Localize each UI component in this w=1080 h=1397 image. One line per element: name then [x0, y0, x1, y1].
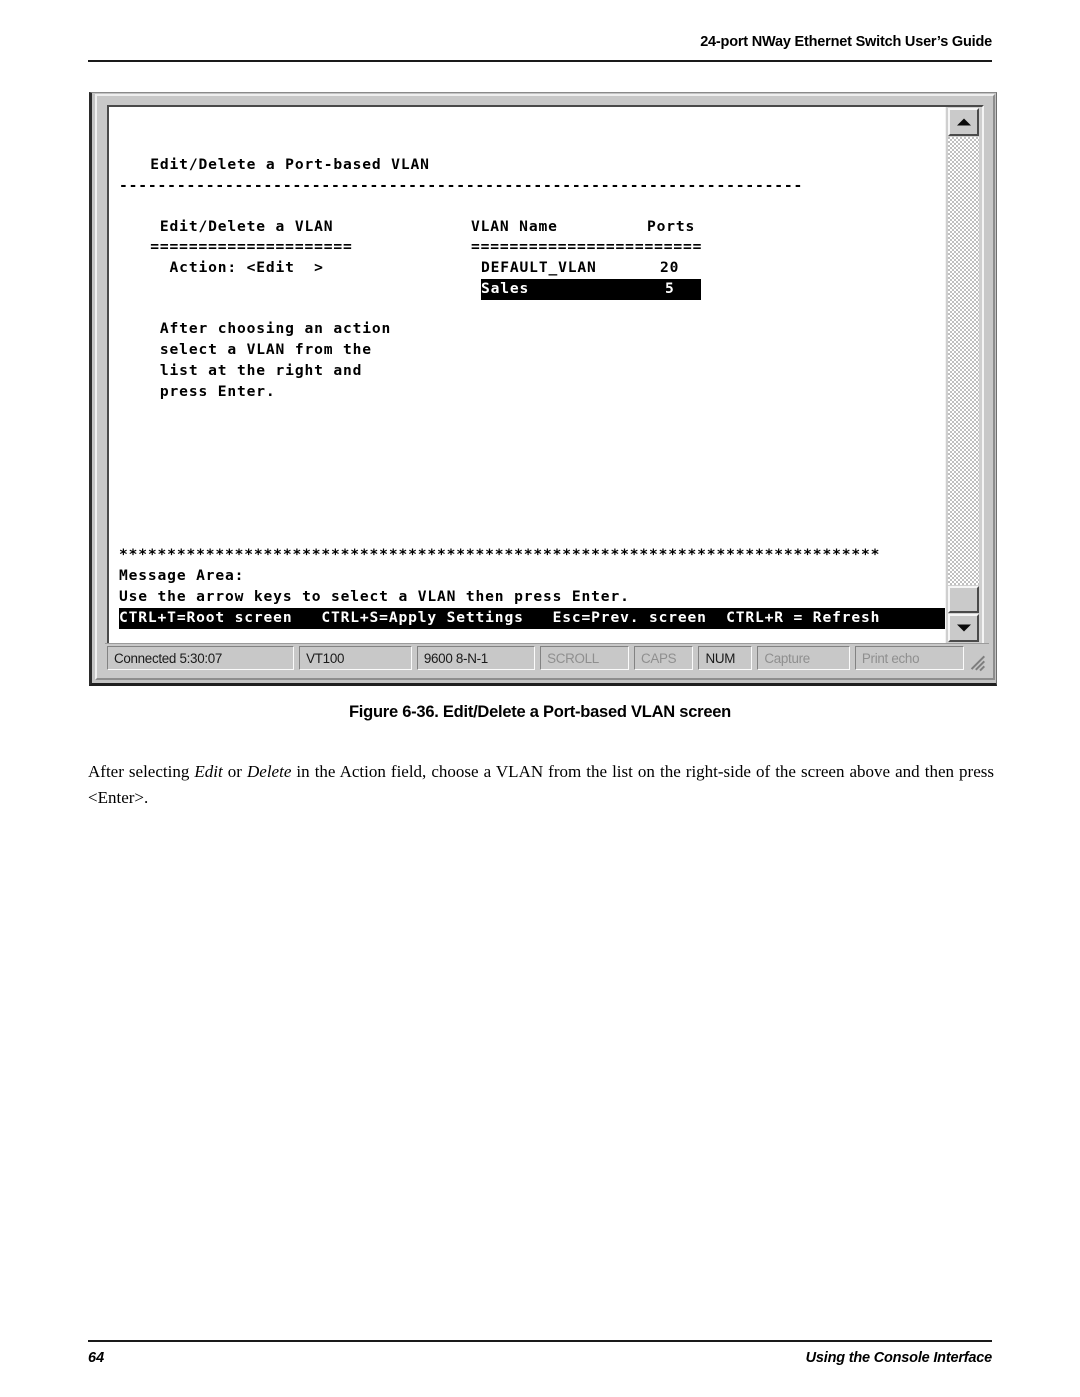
vlan-column-header-name: VLAN Name — [471, 218, 558, 235]
terminal-inner-frame: Edit/Delete a Port-based VLAN ----------… — [95, 94, 995, 680]
message-area-text: Use the arrow keys to select a VLAN then… — [119, 588, 630, 605]
help-line-3: list at the right and — [131, 362, 363, 379]
page-footer: 64 Using the Console Interface — [88, 1340, 992, 1380]
chevron-down-icon — [956, 624, 971, 632]
scroll-down-button[interactable] — [948, 614, 979, 642]
page-header-divider — [88, 60, 992, 62]
terminal-window: Edit/Delete a Port-based VLAN ----------… — [89, 92, 997, 686]
left-panel-heading: Edit/Delete a VLAN — [131, 218, 334, 235]
vlan-row-ports-1: 5 — [665, 279, 675, 300]
scrollbar-thumb[interactable] — [948, 586, 979, 613]
vlan-row-name-0[interactable]: DEFAULT_VLAN — [481, 258, 597, 279]
figure-caption: Figure 6-36. Edit/Delete a Port-based VL… — [348, 703, 732, 721]
status-capture[interactable]: Capture — [757, 646, 850, 670]
action-field[interactable]: Action: <Edit > — [131, 258, 324, 279]
status-print-echo[interactable]: Print echo — [854, 646, 964, 670]
window-resize-grip[interactable] — [969, 646, 987, 672]
chevron-up-icon — [956, 118, 971, 126]
status-connected: Connected 5:30:07 — [107, 646, 295, 670]
help-line-4: press Enter. — [131, 383, 276, 400]
terminal-client-area: Edit/Delete a Port-based VLAN ----------… — [107, 105, 984, 645]
body-text-part-1: After selecting — [88, 762, 195, 781]
status-emulation[interactable]: VT100 — [299, 646, 412, 670]
screen-title-divider: ----------------------------------------… — [119, 177, 804, 194]
scrollbar-track[interactable] — [948, 137, 979, 585]
terminal-scrollbar[interactable] — [945, 107, 982, 643]
function-key-bar[interactable]: CTRL+T=Root screen CTRL+S=Apply Settings… — [119, 608, 945, 629]
page-header: 24-port NWay Ethernet Switch User’s Guid… — [88, 34, 992, 64]
vlan-column-header-ports: Ports — [647, 218, 696, 235]
left-panel-rule: ===================== — [131, 238, 353, 255]
status-num-lock: NUM — [698, 646, 753, 670]
vlan-row-ports-0: 20 — [660, 259, 680, 276]
body-emphasis-edit: Edit — [194, 762, 223, 781]
footer-section-title: Using the Console Interface — [805, 1350, 993, 1366]
terminal-outer-frame: Edit/Delete a Port-based VLAN ----------… — [89, 92, 997, 686]
body-text-part-2: or — [222, 762, 248, 781]
help-line-1: After choosing an action — [131, 320, 392, 337]
page-footer-divider — [88, 1340, 992, 1342]
help-line-2: select a VLAN from the — [131, 341, 372, 358]
scroll-up-button[interactable] — [948, 108, 979, 136]
status-line-settings[interactable]: 9600 8-N-1 — [416, 646, 536, 670]
status-caps-lock: CAPS — [634, 646, 694, 670]
page-header-title: 24-port NWay Ethernet Switch User’s Guid… — [700, 34, 992, 50]
screen-title: Edit/Delete a Port-based VLAN — [131, 156, 430, 173]
message-area-label: Message Area: — [119, 567, 245, 584]
vt100-screen: Edit/Delete a Port-based VLAN ----------… — [109, 107, 945, 643]
status-scroll-lock: SCROLL — [540, 646, 629, 670]
body-emphasis-delete: Delete — [247, 762, 292, 781]
asterisk-divider: ****************************************… — [119, 546, 881, 563]
body-paragraph: After selecting Edit or Delete in the Ac… — [88, 759, 994, 811]
vlan-column-rule: ======================== — [471, 238, 703, 255]
terminal-status-bar: Connected 5:30:07 VT100 9600 8-N-1 SCROL… — [105, 643, 989, 672]
page-number: 64 — [88, 1350, 105, 1366]
